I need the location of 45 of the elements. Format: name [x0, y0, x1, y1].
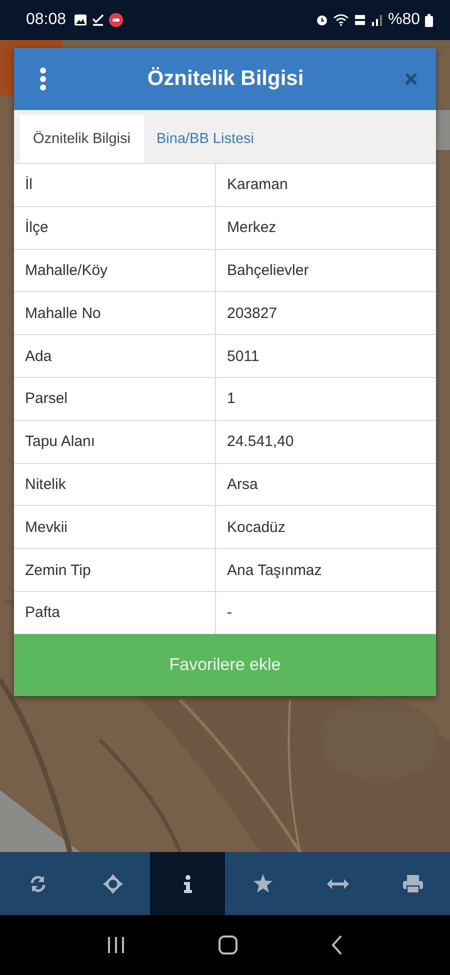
back-icon[interactable] [331, 935, 344, 955]
field-label: Mahalle No [24, 304, 102, 324]
home-icon[interactable] [218, 935, 238, 955]
recent-apps-icon[interactable] [106, 936, 125, 954]
field-value: Bahçelievler [215, 250, 436, 292]
field-value: Karaman [215, 164, 436, 206]
dialog-title: Öznitelik Bilgisi [146, 67, 305, 91]
field-value: Merkez [215, 206, 436, 249]
field-value: 5011 [215, 335, 436, 377]
field-value: 1 [215, 378, 436, 420]
add-favorite-button[interactable]: Favorilere ekle [14, 634, 436, 696]
alarm-icon [316, 14, 328, 26]
field-label: Parsel [24, 389, 69, 410]
field-value: Ana Taşınmaz [215, 549, 436, 591]
battery-icon [425, 14, 433, 26]
field-label: Ada [24, 346, 53, 367]
field-value: 203827 [215, 292, 436, 334]
field-value: Kocadüz [215, 506, 436, 548]
double-arrow-icon [326, 878, 348, 888]
field-label: Tapu Alanı [24, 432, 96, 452]
field-value: 24.541,40 [215, 420, 436, 463]
app-notification-icon [109, 13, 124, 27]
wifi-icon [332, 14, 349, 26]
field-label: İl [24, 175, 34, 196]
download-done-icon [92, 14, 104, 26]
print-icon [402, 874, 422, 892]
menu-icon[interactable] [39, 67, 47, 91]
tab[interactable]: Öznitelik Bilgisi [20, 115, 144, 163]
field-label: Nitelik [24, 474, 67, 495]
tab[interactable]: Bina/BB Listesi [144, 115, 268, 163]
field-label: Pafta [24, 603, 62, 624]
field-value: Arsa [215, 464, 436, 506]
crosshair-icon [102, 874, 122, 894]
info-icon [182, 874, 192, 892]
signal-icon [370, 14, 383, 26]
field-label: Zemin Tip [24, 560, 92, 581]
field-label: Mevkii [24, 518, 69, 538]
refresh-icon [28, 874, 46, 892]
star-icon [252, 874, 272, 893]
battery-percent: %80 [388, 11, 420, 29]
field-label: İlçe [24, 218, 50, 238]
field-label: Mahalle/Köy [24, 260, 109, 281]
status-time: 08:08 [26, 11, 66, 29]
image-icon [74, 14, 88, 26]
volte-icon [354, 14, 366, 26]
